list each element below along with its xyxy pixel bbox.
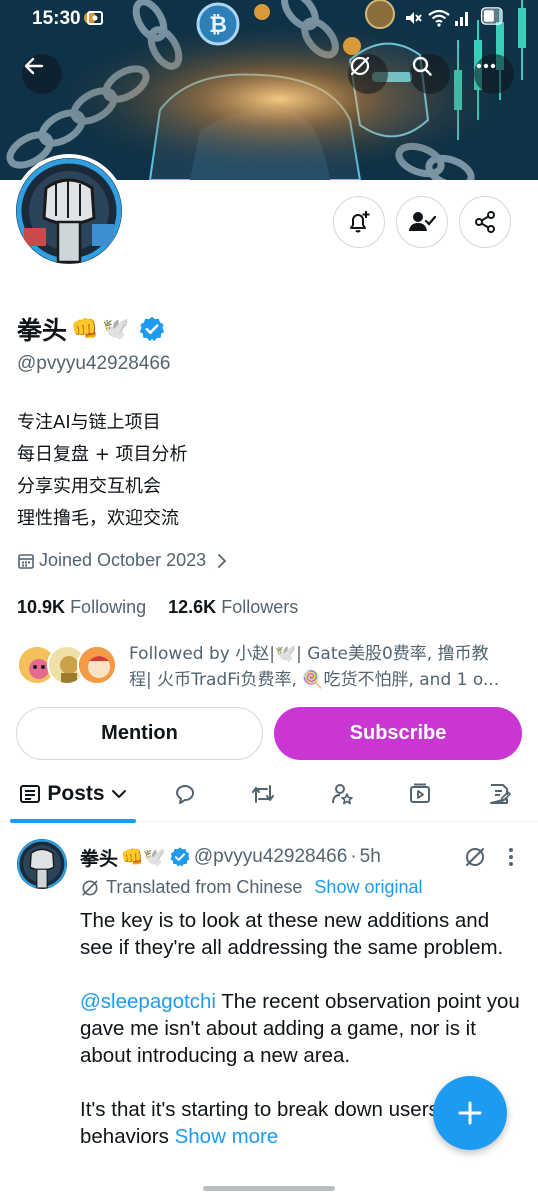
subscribe-button[interactable]: Subscribe bbox=[274, 707, 522, 760]
back-button[interactable] bbox=[22, 54, 62, 94]
wifi-icon bbox=[428, 9, 450, 27]
profile-avatar[interactable] bbox=[12, 154, 126, 268]
mute-icon bbox=[406, 12, 422, 24]
post-paragraph: @sleepagotchi The recent observation poi… bbox=[80, 988, 520, 1069]
bell-plus-icon bbox=[350, 211, 370, 233]
following-stat[interactable]: 10.9K Following bbox=[17, 597, 146, 617]
back-arrow-icon bbox=[24, 57, 44, 75]
joined-date[interactable]: Joined October 2023 bbox=[17, 550, 230, 571]
person-check-icon bbox=[409, 212, 436, 231]
followed-by-line: Followed by 小赵|🕊️| Gate美股0费率, 撸币教 bbox=[129, 644, 489, 664]
posts-icon bbox=[20, 785, 41, 803]
grok-icon bbox=[350, 56, 370, 76]
verified-badge-icon[interactable] bbox=[138, 315, 166, 343]
bio-line: 理性撸毛，欢迎交流 bbox=[17, 508, 179, 529]
chevron-down-icon bbox=[111, 790, 126, 798]
search-icon bbox=[412, 56, 432, 76]
followers-label: Followers bbox=[221, 597, 299, 617]
fist-emoji: 👊 bbox=[71, 316, 99, 342]
dove-emoji: 🕊️ bbox=[102, 316, 130, 342]
profile-name: 拳头 bbox=[17, 316, 68, 345]
following-count: 10.9K bbox=[17, 597, 66, 617]
status-bar: 15:30 bbox=[0, 0, 538, 36]
post-paragraph: The key is to look at these new addition… bbox=[80, 909, 504, 959]
followers-stat[interactable]: 12.6K Followers bbox=[168, 597, 298, 617]
following-label: Following bbox=[70, 597, 147, 617]
compose-button[interactable] bbox=[433, 1076, 507, 1150]
more-horizontal-icon bbox=[476, 63, 496, 69]
profile-banner: ₿ 15:30 bbox=[0, 0, 538, 180]
tab-replies[interactable] bbox=[160, 766, 210, 822]
fist-avatar-image bbox=[16, 158, 122, 264]
follower-avatar-image bbox=[79, 647, 115, 683]
more-button[interactable] bbox=[474, 54, 514, 94]
battery-icon bbox=[480, 7, 503, 25]
avatar bbox=[16, 158, 122, 264]
video-icon bbox=[410, 783, 430, 803]
profile-tabs: Posts bbox=[0, 766, 538, 823]
bio-line: 专注AI与链上项目 bbox=[17, 412, 161, 433]
more-vertical-icon[interactable] bbox=[502, 845, 520, 869]
home-indicator[interactable] bbox=[203, 1186, 335, 1191]
mention-button[interactable]: Mention bbox=[16, 707, 263, 760]
profile-bio: 专注AI与链上项目 每日复盘 + 项目分析 分享实用交互机会 理性撸毛，欢迎交流 bbox=[17, 407, 188, 535]
post-avatar[interactable] bbox=[17, 839, 67, 889]
followed-by-text: Followed by 小赵|🕊️| Gate美股0费率, 撸币教 程| 火币T… bbox=[129, 641, 529, 693]
bio-line: 分享实用交互机会 bbox=[17, 476, 161, 497]
share-button[interactable] bbox=[459, 196, 511, 248]
post-author-name[interactable]: 拳头 bbox=[80, 844, 118, 871]
tab-highlights[interactable] bbox=[317, 766, 367, 822]
screen-record-icon bbox=[87, 11, 103, 25]
notifications-button[interactable] bbox=[333, 196, 385, 248]
reply-icon bbox=[176, 785, 194, 804]
followers-count: 12.6K bbox=[168, 597, 217, 617]
tab-reposts[interactable] bbox=[238, 766, 288, 822]
post-separator: · bbox=[350, 846, 357, 867]
search-button[interactable] bbox=[410, 54, 450, 94]
mention-link[interactable]: @sleepagotchi bbox=[80, 990, 216, 1013]
share-icon bbox=[475, 211, 495, 233]
article-icon bbox=[490, 784, 511, 804]
grok-icon bbox=[82, 880, 98, 895]
grok-icon[interactable] bbox=[463, 845, 487, 869]
verified-badge-icon bbox=[170, 847, 190, 867]
follow-stats: 10.9K Following 12.6K Followers bbox=[17, 597, 298, 618]
post-paragraph-text: It's that it's starting to break down us… bbox=[80, 1098, 491, 1148]
retweet-icon bbox=[252, 785, 274, 803]
followed-by-row[interactable]: Followed by 小赵|🕊️| Gate美股0费率, 撸币教 程| 火币T… bbox=[17, 641, 527, 691]
following-button[interactable] bbox=[396, 196, 448, 248]
joined-label: Joined October 2023 bbox=[39, 550, 207, 570]
grok-button[interactable] bbox=[348, 54, 388, 94]
tab-media[interactable] bbox=[395, 766, 445, 822]
profile-name-row: 拳头 👊 🕊️ bbox=[17, 312, 166, 346]
translated-label: Translated from Chinese bbox=[106, 877, 303, 897]
post-header: 拳头 👊🕊️ @pvyyu42928466 · 5h bbox=[80, 843, 381, 871]
translation-notice: Translated from Chinese Show original bbox=[80, 877, 422, 898]
tab-articles[interactable] bbox=[474, 766, 524, 822]
fist-avatar-image bbox=[17, 839, 67, 889]
post-author-handle: @pvyyu42928466 bbox=[193, 846, 348, 867]
signal-icon bbox=[455, 12, 468, 26]
compose-plus-icon bbox=[458, 1101, 482, 1125]
followed-by-line: 程| 火币TradFi负费率, 🍭吃货不怕胖, and 1 o... bbox=[129, 670, 500, 690]
show-more-link[interactable]: Show more bbox=[175, 1125, 279, 1148]
status-time: 15:30 bbox=[32, 8, 81, 29]
bio-line: 每日复盘 + 项目分析 bbox=[17, 444, 188, 465]
profile-handle: @pvyyu42928466 bbox=[17, 353, 171, 374]
tab-posts[interactable]: Posts bbox=[0, 766, 146, 823]
follower-avatar bbox=[77, 645, 117, 685]
tab-posts-label: Posts bbox=[47, 782, 105, 805]
chevron-right-icon bbox=[218, 553, 227, 568]
calendar-icon bbox=[18, 553, 34, 569]
post-time: 5h bbox=[359, 846, 381, 867]
show-original-link[interactable]: Show original bbox=[314, 877, 422, 898]
post-author-emojis: 👊🕊️ bbox=[121, 846, 166, 867]
person-star-icon bbox=[332, 784, 353, 805]
